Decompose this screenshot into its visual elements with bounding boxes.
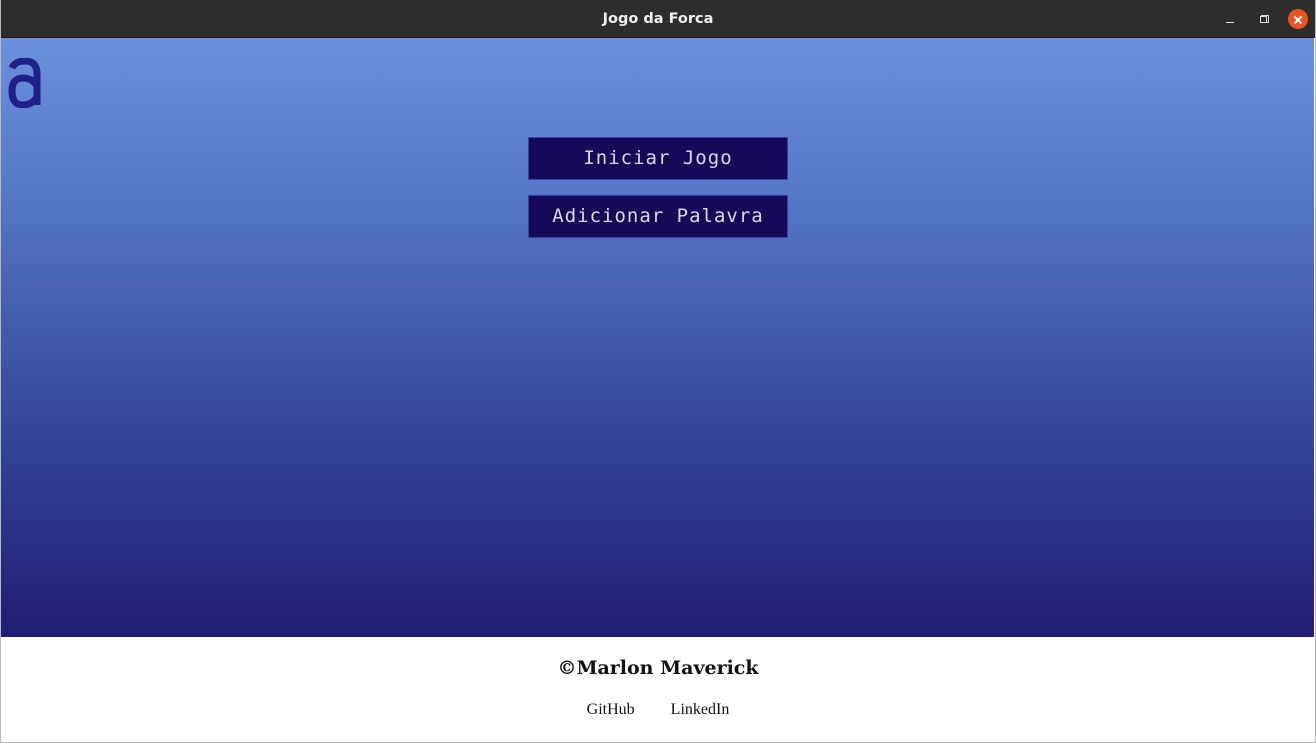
copyright-text: ©Marlon Maverick: [557, 657, 759, 679]
footer: ©Marlon Maverick GitHub LinkedIn: [1, 637, 1315, 742]
start-game-button[interactable]: Iniciar Jogo: [528, 137, 788, 180]
maximize-icon[interactable]: [1254, 9, 1274, 29]
minimize-icon[interactable]: [1220, 9, 1240, 29]
alura-a-logo-icon: [8, 58, 41, 108]
add-word-button[interactable]: Adicionar Palavra: [528, 195, 788, 238]
linkedin-link[interactable]: LinkedIn: [671, 701, 730, 718]
app-window: Jogo da Forca Iniciar Jogo Adicionar Pal…: [0, 0, 1316, 743]
window-title: Jogo da Forca: [602, 11, 714, 27]
close-icon[interactable]: [1288, 9, 1308, 29]
main-content: Iniciar Jogo Adicionar Palavra: [1, 38, 1314, 637]
github-link[interactable]: GitHub: [587, 701, 635, 718]
title-bar[interactable]: Jogo da Forca: [1, 0, 1315, 38]
footer-links: GitHub LinkedIn: [1, 701, 1315, 719]
